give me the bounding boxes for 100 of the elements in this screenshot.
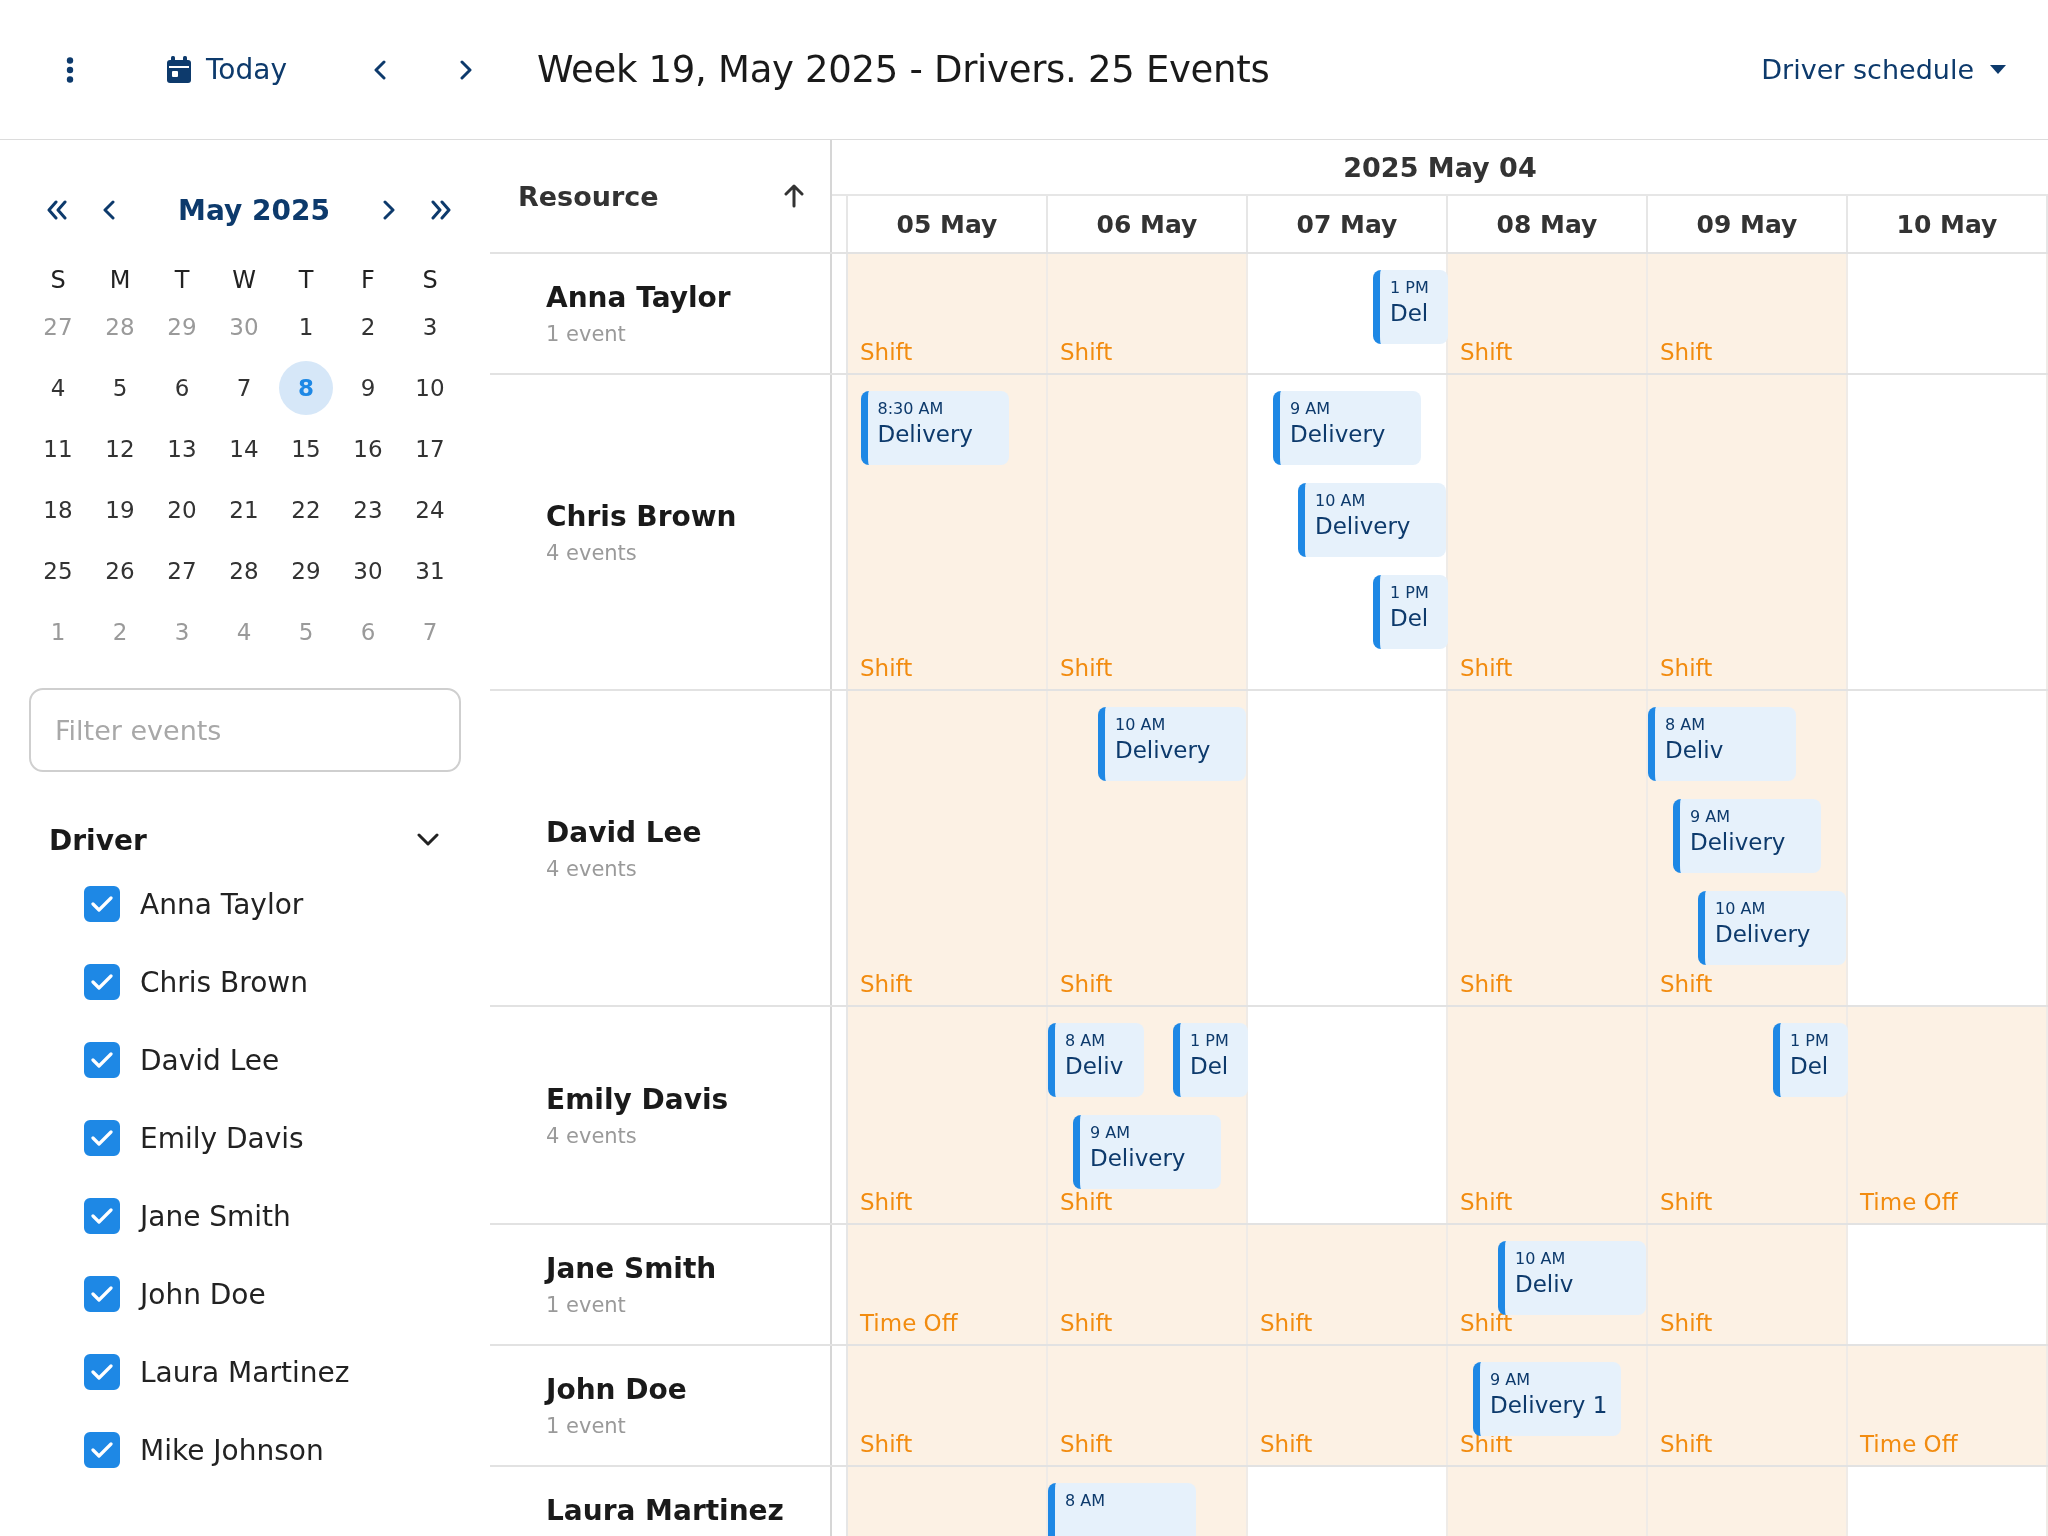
resource-name: David Lee [546,815,702,849]
event-card[interactable]: 9 AM Delivery [1073,1115,1221,1189]
calendar-day[interactable]: 31 [403,543,457,598]
event-time: 10 AM [1115,715,1166,734]
calendar-day[interactable]: 25 [31,543,85,598]
calendar-day[interactable]: 17 [403,421,457,476]
event-card[interactable]: 10 AM Delivery [1698,891,1846,965]
calendar-day[interactable]: 16 [341,421,395,476]
next-button[interactable] [459,59,473,80]
filter-field[interactable]: Filter events [29,688,461,772]
event-card[interactable]: 9 AM Delivery [1673,799,1821,873]
event-card[interactable]: 1 PM Del [1373,575,1448,649]
today-button[interactable]: Today [166,53,287,86]
checkbox-label: John Doe [140,1277,266,1311]
shift-label: Time Off [860,1310,958,1336]
calendar-day[interactable]: 4 [31,360,85,415]
calendar-day[interactable]: 6 [155,360,209,415]
shift-label: Shift [860,971,913,997]
checkbox[interactable] [84,886,120,922]
event-time: 8 AM [1065,1031,1105,1050]
checkbox[interactable] [84,964,120,1000]
event-card[interactable]: 10 AM Delivery [1098,707,1246,781]
shift-label: Shift [860,1189,913,1215]
checkbox[interactable] [84,1432,120,1468]
view-dropdown[interactable]: Driver schedule [1761,54,2006,85]
checkbox-label: Laura Martinez [140,1355,350,1389]
calendar-day[interactable]: 13 [155,421,209,476]
calendar-day[interactable]: 26 [93,543,147,598]
calendar-day[interactable]: 10 [403,360,457,415]
calendar-day[interactable]: 7 [217,360,271,415]
weekday-label: S [421,266,439,296]
event-time: 10 AM [1715,899,1766,918]
event-title: Del [1390,605,1429,631]
event-card[interactable]: 8:30 AM Delivery [860,391,1009,465]
checkbox[interactable] [84,1276,120,1312]
event-time: 1 PM [1190,1031,1229,1050]
checkbox[interactable] [84,1042,120,1078]
calendar-day[interactable]: 18 [31,482,85,537]
caret-down-icon [1990,64,2006,75]
calendar-day[interactable]: 2 [341,299,395,354]
checkbox[interactable] [84,1120,120,1156]
shift-label: Shift [860,1431,913,1457]
previous-button[interactable] [373,59,387,80]
checkbox-label: Anna Taylor [140,887,304,921]
calendar-day[interactable]: 30 [341,543,395,598]
checkmark-icon [91,974,113,990]
checkbox-label: Mike Johnson [140,1433,324,1467]
menu-button[interactable] [66,56,74,83]
checkmark-icon [91,1364,113,1380]
calendar-day[interactable]: 5 [93,360,147,415]
event-title: Delivery 1 [1490,1392,1608,1418]
day-header: 10 May [1896,209,1998,239]
chevron-right-icon [382,200,396,220]
event-card[interactable]: 1 PM Del [1173,1023,1248,1097]
checkmark-icon [91,1286,113,1302]
checkbox[interactable] [84,1354,120,1390]
event-card[interactable]: 8 AM [1048,1483,1196,1536]
calendar-day[interactable]: 20 [155,482,209,537]
calendar-day[interactable]: 29 [279,543,333,598]
event-time: 8 AM [1065,1491,1105,1510]
checkmark-icon [91,1052,113,1068]
event-count: 1 event [546,1414,627,1438]
shift-label: Time Off [1860,1189,1958,1215]
shift-label: Shift [1660,655,1713,681]
event-card[interactable]: 10 AM Delivery [1298,483,1446,557]
calendar-day[interactable]: 11 [31,421,85,476]
checkbox-label: David Lee [140,1043,280,1077]
event-time: 9 AM [1090,1123,1130,1142]
filter-section-header[interactable]: Driver [49,818,439,862]
calendar-day[interactable]: 27 [155,543,209,598]
event-card[interactable]: 1 PM Del [1773,1023,1848,1097]
calendar-day[interactable]: 22 [279,482,333,537]
shift-label: Shift [1060,339,1113,365]
calendar-day[interactable]: 3 [403,299,457,354]
checkmark-icon [91,1442,113,1458]
event-time: 10 AM [1515,1249,1566,1268]
calendar-day[interactable]: 9 [341,360,395,415]
checkbox-label: Jane Smith [140,1199,291,1233]
shift-label: Shift [860,655,913,681]
day-header: 09 May [1696,209,1798,239]
shift-label: Shift [1660,971,1713,997]
event-title: Del [1190,1053,1229,1079]
event-card[interactable]: 8 AM Deliv [1648,707,1796,781]
event-card[interactable]: 9 AM Delivery 1 [1473,1362,1621,1436]
calendar-day[interactable]: 12 [93,421,147,476]
event-time: 9 AM [1490,1370,1530,1389]
calendar-day[interactable]: 28 [217,543,271,598]
calendar-day[interactable]: 1 [279,299,333,354]
calendar-day[interactable]: 23 [341,482,395,537]
event-count: 4 events [546,856,638,881]
calendar-day[interactable]: 14 [217,421,271,476]
calendar-day[interactable]: 19 [93,482,147,537]
calendar-day[interactable]: 15 [279,421,333,476]
event-card[interactable]: 9 AM Delivery [1273,391,1421,465]
event-card[interactable]: 1 PM Del [1373,270,1448,344]
checkbox[interactable] [84,1198,120,1234]
calendar-day[interactable]: 21 [217,482,271,537]
event-time: 9 AM [1690,807,1730,826]
event-card[interactable]: 8 AM Deliv [1048,1023,1144,1097]
calendar-day[interactable]: 24 [403,482,457,537]
